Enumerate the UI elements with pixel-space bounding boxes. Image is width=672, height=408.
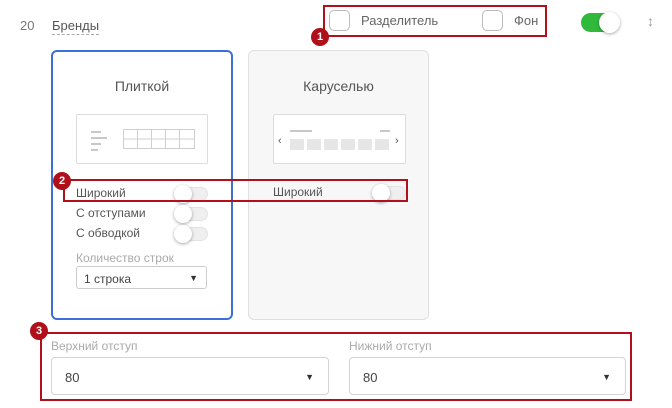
block-title[interactable]: Бренды <box>52 18 100 35</box>
annotation-box-1 <box>323 5 547 37</box>
preview-cell <box>324 139 338 150</box>
preview-line <box>91 143 101 145</box>
tiles-border-label: С обводкой <box>76 226 140 240</box>
annotation-box-2 <box>63 179 408 202</box>
preview-cell <box>341 139 355 150</box>
preview-line <box>91 149 98 151</box>
toggle-knob <box>174 225 192 243</box>
layout-tiles-title: Плиткой <box>114 78 170 94</box>
block-number: 20 <box>20 18 35 33</box>
block-enabled-toggle[interactable] <box>581 12 620 33</box>
preview-cell <box>290 139 304 150</box>
preview-line <box>91 137 107 139</box>
rows-count-label: Количество строк <box>76 251 174 265</box>
preview-line <box>380 130 390 132</box>
annotation-badge-3: 3 <box>30 322 48 340</box>
carousel-left-arrow-icon: ‹ <box>278 135 282 147</box>
sort-handle-icon[interactable]: ↕ <box>647 13 654 29</box>
preview-line <box>91 131 101 133</box>
annotation-badge-2: 2 <box>53 172 71 190</box>
toggle-knob <box>174 205 192 223</box>
preview-grid <box>123 129 195 149</box>
preview-cell <box>307 139 321 150</box>
preview-line <box>290 130 312 132</box>
tiles-preview-image <box>76 114 208 164</box>
tiles-border-toggle[interactable] <box>174 225 208 243</box>
carousel-preview-image: ‹ › <box>273 114 406 164</box>
annotation-box-3 <box>40 332 632 401</box>
tiles-padding-toggle[interactable] <box>174 205 208 223</box>
layout-carousel-title: Каруселью <box>303 78 374 94</box>
chevron-down-icon: ▼ <box>189 273 198 283</box>
toggle-knob <box>599 12 620 33</box>
rows-count-select[interactable]: 1 строка ▼ <box>76 266 207 289</box>
preview-cell <box>375 139 389 150</box>
carousel-right-arrow-icon: › <box>395 135 399 147</box>
annotation-badge-1: 1 <box>311 28 329 46</box>
tiles-padding-label: С отступами <box>76 206 146 220</box>
preview-cell <box>358 139 372 150</box>
rows-count-value: 1 строка <box>84 272 132 286</box>
